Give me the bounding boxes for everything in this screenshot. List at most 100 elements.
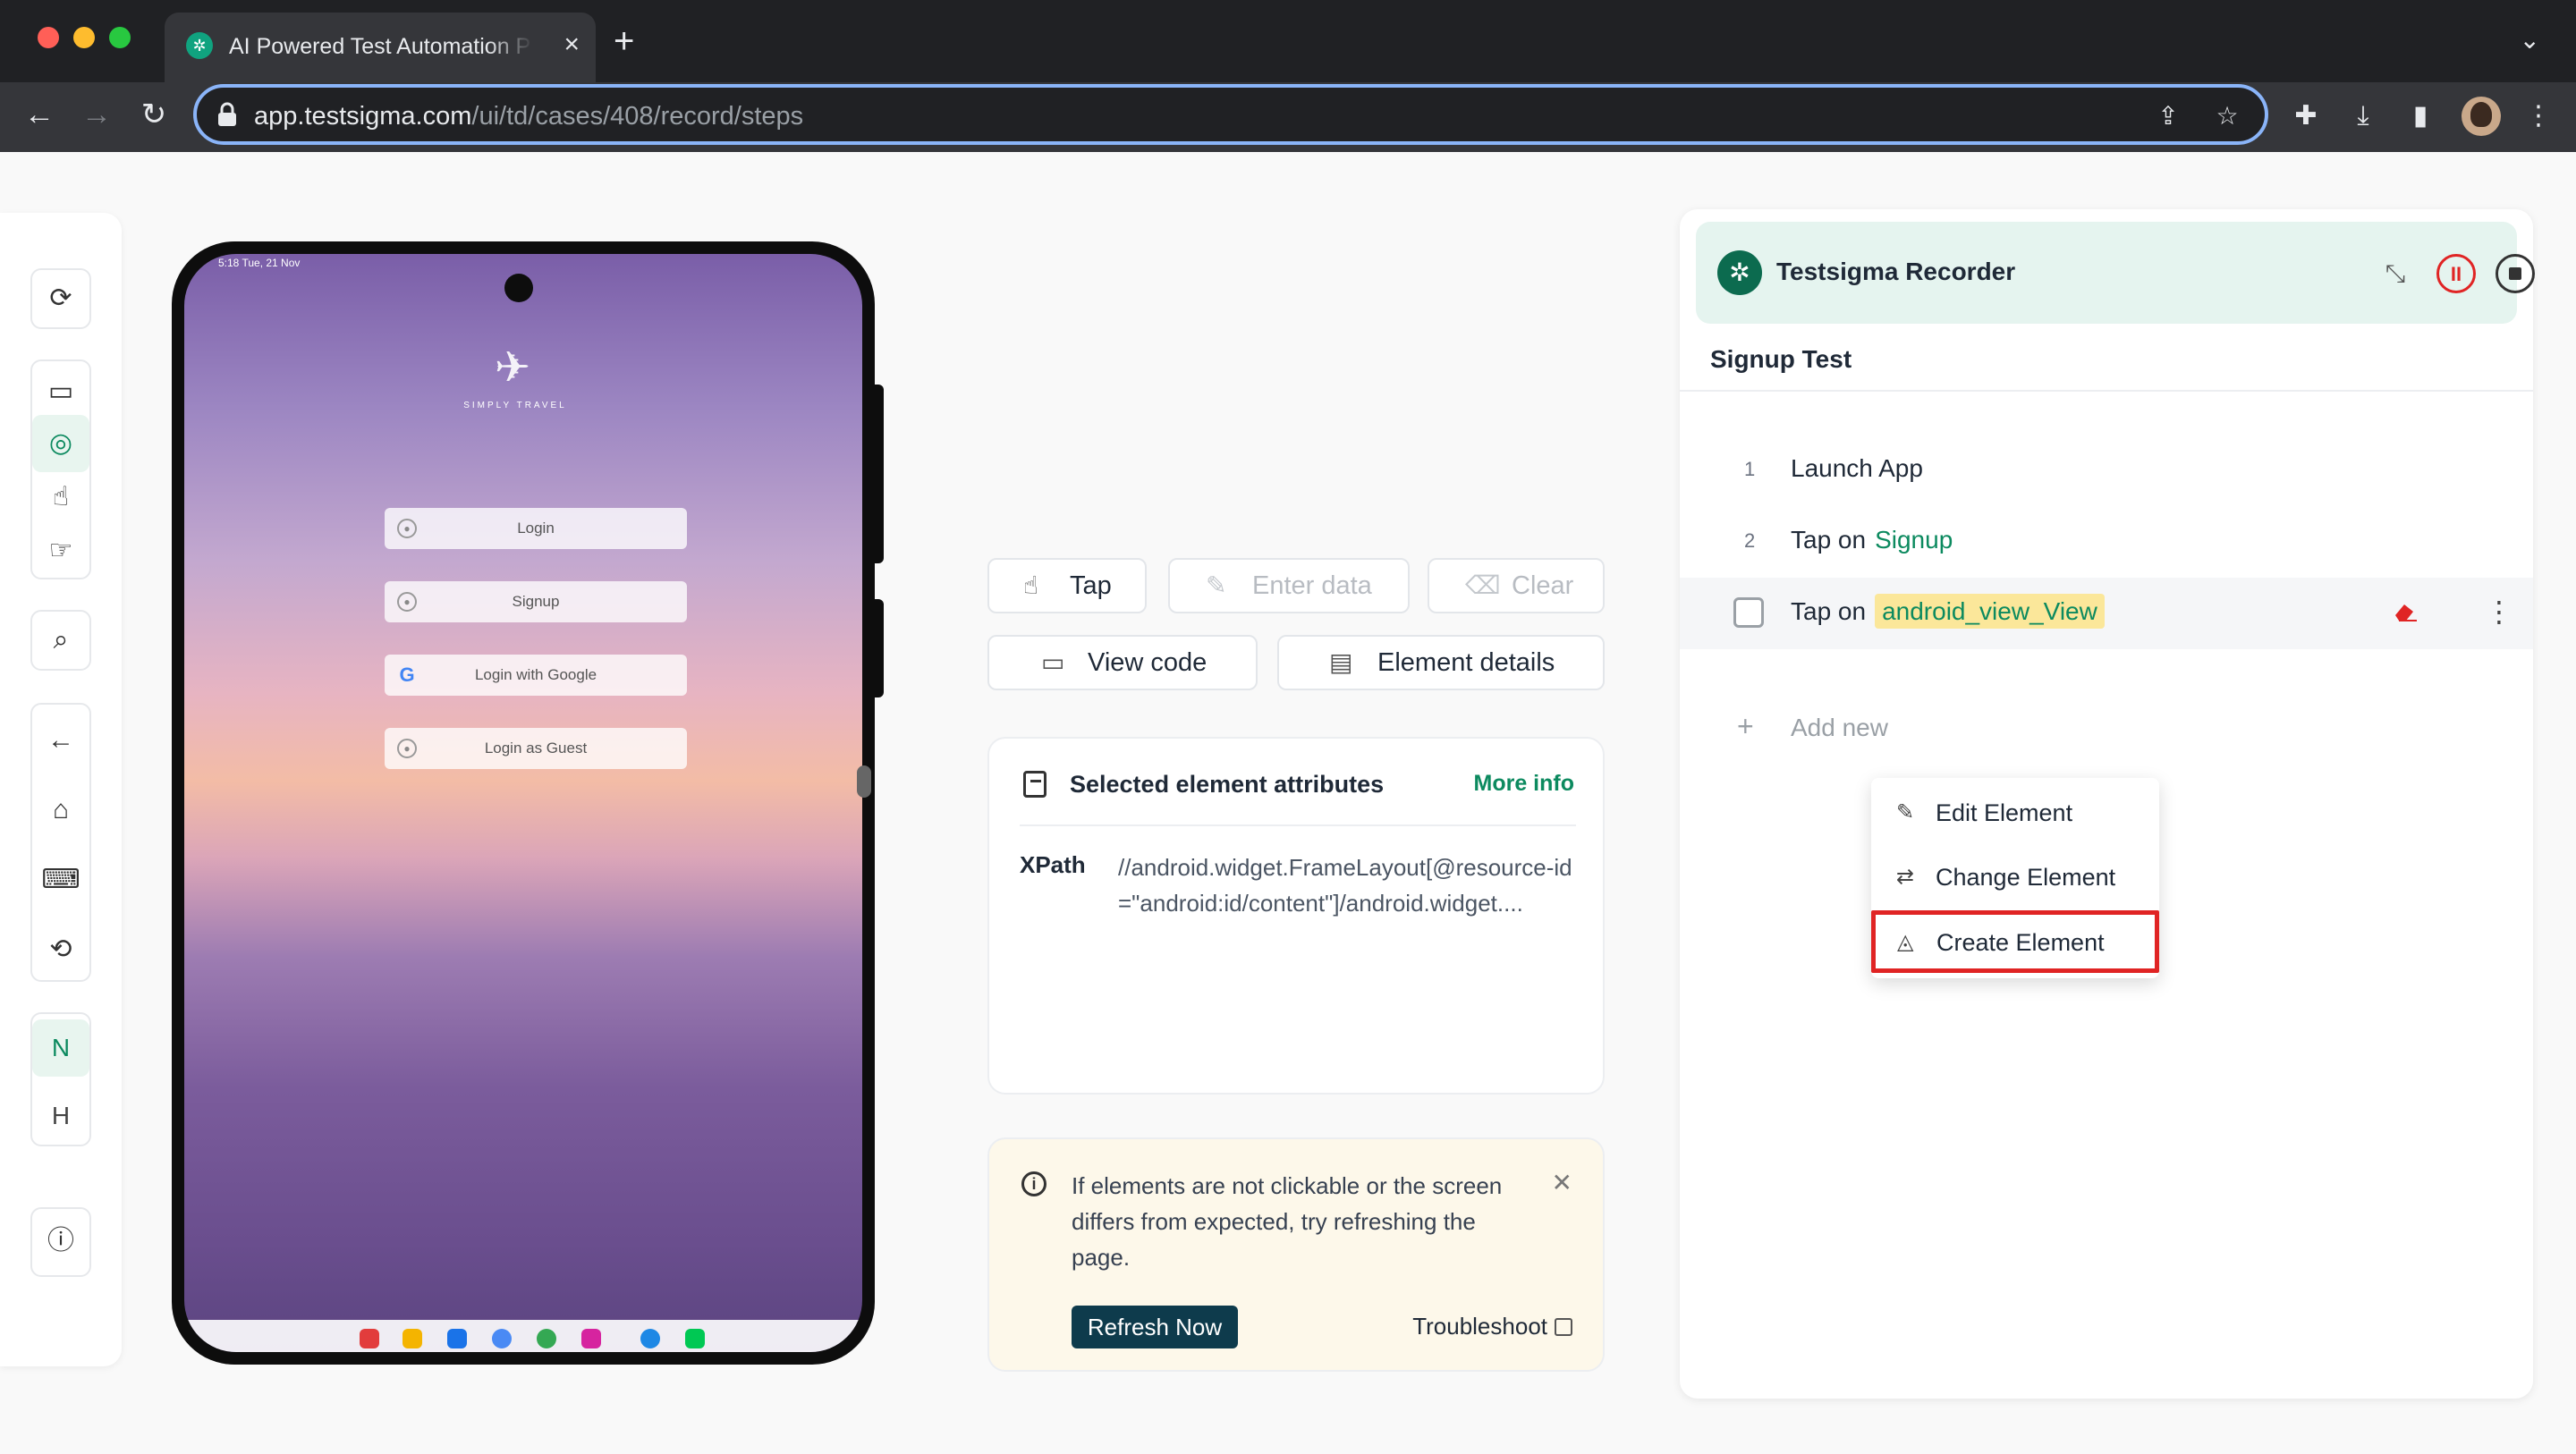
step-row[interactable]: 1 Launch App [1680,435,2533,506]
lock-icon: ● [397,592,417,612]
maximize-window-button[interactable] [109,27,131,48]
swap-arrows-icon: ⇄ [1896,865,1915,889]
dock-app-icon[interactable] [685,1329,705,1348]
dock-app-icon[interactable] [447,1329,467,1348]
h-button[interactable]: H [32,1087,89,1145]
inspect-cursor-icon[interactable]: ◎ [32,415,89,472]
device-back-icon[interactable]: ← [32,712,89,769]
step-checkbox[interactable] [1733,597,1764,628]
eraser-icon[interactable] [2392,601,2419,622]
troubleshoot-link[interactable]: Troubleshoot [1412,1313,1572,1340]
enter-data-button[interactable]: ✎ Enter data [1168,558,1410,613]
refresh-info-card: i If elements are not clickable or the s… [987,1137,1605,1372]
step-text: Tap on android_view_View [1791,594,2105,629]
extensions-puzzle-icon[interactable]: ✚ [2288,98,2324,134]
step-text: Launch App [1791,454,1923,482]
device-switch-icon[interactable]: ▭ [32,363,89,420]
download-icon[interactable]: ⤓ [2345,98,2381,134]
menu-item-edit-element[interactable]: ✎ Edit Element [1871,782,2159,844]
n-button[interactable]: N [32,1019,89,1077]
dock-app-icon[interactable] [581,1329,601,1348]
tab-title: AI Powered Test Automation P [229,34,531,59]
tab-search-chevron-icon[interactable]: ⌄ [2520,25,2540,55]
menu-item-change-element[interactable]: ⇄ Change Element [1871,846,2159,909]
share-icon[interactable]: ⇪ [2150,98,2186,134]
dock-app-icon[interactable] [492,1329,512,1348]
step-number: 2 [1744,529,1756,552]
menu-item-create-element[interactable]: ◬ Create Element [1871,910,2159,973]
forward-arrow-icon[interactable]: → [77,95,116,134]
device-resize-handle[interactable] [857,765,871,798]
side-panel-icon[interactable]: ▮ [2402,98,2438,134]
add-new-step[interactable]: Add new [1791,714,1888,742]
tab-close-icon[interactable]: × [564,29,580,61]
edit-icon: ✎ [1896,800,1915,824]
back-arrow-icon[interactable]: ← [20,95,59,134]
help-icon[interactable]: ⓘ [32,1213,89,1270]
add-step-plus-icon[interactable]: + [1737,710,1754,743]
tap-icon: ☝ [1023,571,1039,599]
toolbar-group-modes: ▭ ◎ ☝ ☞ [30,359,91,579]
url-text: app.testsigma.com/ui/td/cases/408/record… [254,102,804,131]
device-screen[interactable]: 5:18 Tue, 21 Nov ✈ SIMPLY TRAVEL ● Login… [184,254,862,1352]
minimize-window-button[interactable] [73,27,95,48]
toolbar-group-letters: N H [30,1012,91,1146]
device-google-login-button[interactable]: G Login with Google [385,655,687,696]
pause-recording-button[interactable]: II [2436,254,2476,293]
reload-icon[interactable]: ↻ [134,95,174,134]
test-case-name: Signup Test [1710,345,1852,373]
app-name: SIMPLY TRAVEL [463,401,567,410]
xpath-label: XPath [1020,851,1086,878]
bookmark-star-icon[interactable]: ☆ [2209,98,2245,134]
clear-button[interactable]: ⌫ Clear [1428,558,1605,613]
element-context-menu: ✎ Edit Element ⇄ Change Element ◬ Create… [1871,778,2159,978]
details-icon: ▤ [1329,648,1353,676]
more-info-link[interactable]: More info [1474,771,1575,797]
lock-icon: ● [397,739,417,758]
step-element[interactable]: Signup [1875,526,1953,554]
device-login-button[interactable]: ● Login [385,508,687,549]
shapes-icon: ◬ [1897,930,1914,954]
step-row-selected[interactable]: Tap on android_view_View ⋮ [1680,578,2533,649]
divider [1020,824,1576,826]
device-signup-button[interactable]: ● Signup [385,581,687,622]
search-icon[interactable]: ⌕ [32,612,89,669]
step-element-highlighted[interactable]: android_view_View [1875,594,2105,629]
browser-toolbar: ← → ↻ app.testsigma.com/ui/td/cases/408/… [0,82,2576,152]
keyboard-icon[interactable]: ⌨ [32,851,89,909]
dock-app-icon[interactable] [402,1329,422,1348]
tap-button[interactable]: ☝ Tap [987,558,1147,613]
swipe-gesture-icon[interactable]: ☝ [32,469,89,526]
new-tab-button[interactable]: + [614,23,634,59]
element-details-button[interactable]: ▤ Element details [1277,635,1605,690]
sync-icon[interactable]: ⟳ [32,270,89,327]
recorder-header: ✲ Testsigma Recorder ⤡ II [1696,222,2535,324]
close-window-button[interactable] [38,27,59,48]
lock-icon: ● [397,519,417,538]
rotate-icon[interactable]: ⟲ [32,921,89,978]
browser-tabbar: ✲ AI Powered Test Automation P × + ⌄ [0,0,2576,82]
toolbar-group-navigation: ← ⌂ ⌨ ⟲ [30,703,91,982]
browser-tab[interactable]: ✲ AI Powered Test Automation P × [165,13,596,82]
refresh-now-button[interactable]: Refresh Now [1072,1306,1238,1348]
step-options-kebab-icon[interactable]: ⋮ [2485,594,2513,630]
more-vert-icon[interactable]: ⋮ [2521,98,2556,134]
step-row[interactable]: 2 Tap on Signup [1680,506,2533,578]
page-content: ⟳ ▭ ◎ ☝ ☞ ⌕ ← ⌂ ⌨ ⟲ N H ⓘ 5:18 Tue, 21 N… [0,152,2576,1454]
device-home-icon[interactable]: ⌂ [32,782,89,839]
dock-app-icon[interactable] [360,1329,379,1348]
recorder-title: Testsigma Recorder [1776,258,2016,285]
google-icon: G [399,664,415,686]
device-guest-login-button[interactable]: ● Login as Guest [385,728,687,769]
pen-icon: ✎ [1206,571,1227,599]
dock-app-icon[interactable] [640,1329,660,1348]
close-icon[interactable]: ✕ [1552,1168,1572,1197]
toolbar-group-help: ⓘ [30,1207,91,1277]
stop-recording-button[interactable] [2496,254,2535,293]
profile-avatar[interactable] [2462,97,2501,136]
view-code-button[interactable]: ▭ View code [987,635,1258,690]
dock-app-icon[interactable] [537,1329,556,1348]
address-bar[interactable]: app.testsigma.com/ui/td/cases/408/record… [193,84,2268,145]
collapse-icon[interactable]: ⤡ [2376,254,2415,293]
tap-gesture-icon[interactable]: ☞ [32,522,89,579]
